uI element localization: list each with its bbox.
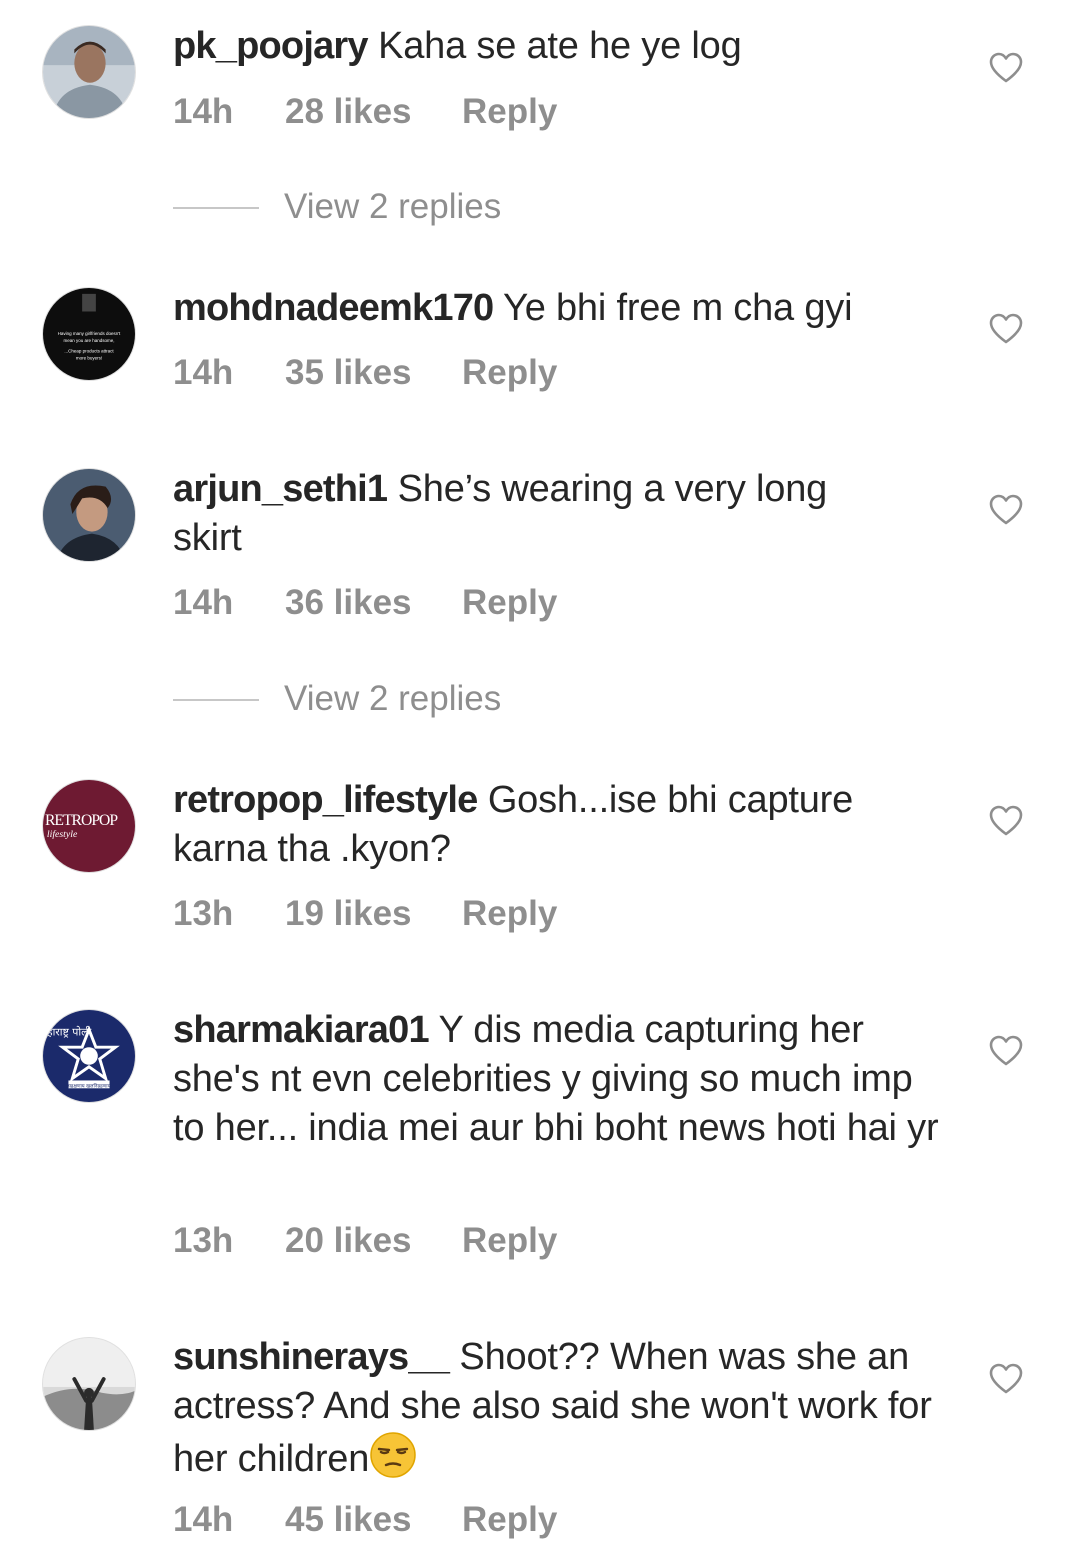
username-link[interactable]: pk_poojary (173, 25, 369, 67)
replies-divider (173, 699, 259, 701)
avatar-caption: सद्रक्षणाय खलनिग्रहणाय (68, 1082, 111, 1089)
reply-button[interactable]: Reply (462, 1500, 557, 1540)
likes-count[interactable]: 45 likes (285, 1500, 412, 1540)
comment-text: sunshinerays__ Shoot?? When was she an a… (173, 1333, 953, 1484)
comment-text: arjun_sethi1 She’s wearing a very long s… (173, 465, 893, 563)
heart-outline-icon[interactable] (989, 805, 1023, 837)
username-link[interactable]: retropop_lifestyle (173, 779, 478, 821)
comment-text: retropop_lifestyle Gosh...ise bhi captur… (173, 776, 953, 874)
view-replies-label[interactable]: View 2 replies (284, 679, 501, 719)
avatar-caption: Having many girlfriends doesn't (58, 331, 121, 336)
comment-time: 13h (173, 894, 234, 933)
avatar-caption: ...Cheap products attract (64, 349, 114, 354)
comment-body: Ye bhi free m cha gyi (493, 287, 853, 329)
likes-count[interactable]: 19 likes (285, 894, 412, 934)
likes-count[interactable]: 20 likes (285, 1221, 412, 1261)
comment-text: pk_poojary Kaha se ate he ye log (173, 22, 953, 71)
avatar[interactable] (42, 25, 136, 119)
reply-button[interactable]: Reply (462, 1221, 557, 1261)
replies-divider (173, 207, 259, 209)
username-link[interactable]: mohdnadeemk170 (173, 287, 494, 329)
username-link[interactable]: sharmakiara01 (173, 1009, 430, 1051)
comment-time: 14h (173, 1500, 234, 1539)
view-replies-label[interactable]: View 2 replies (284, 187, 501, 227)
avatar-caption: mean you are handsome, (63, 338, 114, 343)
heart-outline-icon[interactable] (989, 494, 1023, 526)
reply-button[interactable]: Reply (462, 583, 557, 623)
avatar[interactable]: RETROPOP lifestyle (42, 779, 136, 873)
comment-time: 14h (173, 353, 234, 392)
heart-outline-icon[interactable] (989, 313, 1023, 345)
comment-text: mohdnadeemk170 Ye bhi free m cha gyi (173, 284, 953, 333)
username-link[interactable]: arjun_sethi1 (173, 468, 388, 510)
avatar-caption: RETROPOP (45, 812, 118, 829)
avatar[interactable] (42, 468, 136, 562)
comment-time: 14h (173, 583, 234, 622)
reply-button[interactable]: Reply (462, 894, 557, 934)
comment-text: sharmakiara01 Y dis media capturing her … (173, 1006, 953, 1153)
reply-button[interactable]: Reply (462, 92, 557, 132)
avatar-caption: more buyers! (76, 355, 102, 360)
avatar[interactable] (42, 1337, 136, 1431)
unamused-face-icon (370, 1432, 416, 1478)
avatar[interactable]: Having many girlfriends doesn't mean you… (42, 287, 136, 381)
comment-time: 13h (173, 1221, 234, 1260)
heart-outline-icon[interactable] (989, 1035, 1023, 1067)
likes-count[interactable]: 36 likes (285, 583, 412, 623)
comment-time: 14h (173, 92, 234, 131)
heart-outline-icon[interactable] (989, 1363, 1023, 1395)
likes-count[interactable]: 28 likes (285, 92, 412, 132)
avatar-caption: lifestyle (47, 829, 78, 840)
avatar[interactable]: हाराष्ट्र पोली सद्रक्षणाय खलनिग्रहणाय (42, 1009, 136, 1103)
username-link[interactable]: sunshinerays__ (173, 1336, 450, 1378)
likes-count[interactable]: 35 likes (285, 353, 412, 393)
heart-outline-icon[interactable] (989, 52, 1023, 84)
reply-button[interactable]: Reply (462, 353, 557, 393)
comment-body: Kaha se ate he ye log (367, 25, 742, 67)
